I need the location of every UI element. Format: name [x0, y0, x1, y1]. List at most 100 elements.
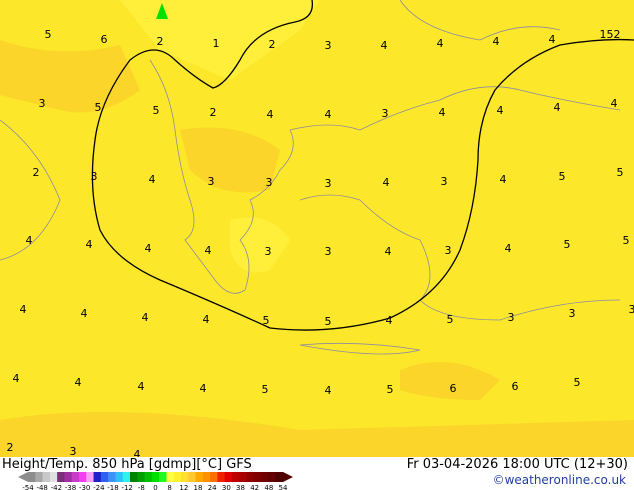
colorbar-tick-label: 38: [236, 484, 245, 490]
contour-value-label: 5: [623, 234, 630, 247]
contour-value-label: 3: [266, 176, 273, 189]
colorbar-tick-label: 18: [194, 484, 203, 490]
contour-value-label: 4: [500, 173, 507, 186]
colorbar-swatch: [173, 472, 182, 482]
colorbar-tick-label: -18: [107, 484, 118, 490]
contour-value-label: 4: [439, 106, 446, 119]
contour-value-label: 3: [325, 39, 332, 52]
colorbar-swatch: [79, 472, 87, 482]
contour-value-label: 4: [381, 39, 388, 52]
contour-value-label: 3: [569, 307, 576, 320]
contour-value-label: 3: [629, 303, 634, 316]
contour-value-label: 4: [26, 234, 33, 247]
colorbar-swatch: [108, 472, 116, 482]
colorbar-swatch: [100, 472, 109, 482]
copyright-link[interactable]: ©weatheronline.co.uk: [493, 474, 626, 487]
contour-value-label: 5: [447, 313, 454, 326]
colorbar-tick-label: -42: [51, 484, 62, 490]
contour-value-label: 2: [33, 166, 40, 179]
contour-value-label: 4: [142, 311, 149, 324]
colorbar-swatch: [71, 472, 80, 482]
colorbar-swatch: [166, 472, 175, 482]
contour-value-label: 4: [437, 37, 444, 50]
contour-value-label: 4: [325, 384, 332, 397]
contour-value-label: 2: [210, 106, 217, 119]
colorbar-swatch: [93, 472, 102, 482]
colorbar-swatch: [49, 472, 58, 482]
colorbar-tick-label: 12: [179, 484, 188, 490]
colorbar-tick-label: 8: [167, 484, 171, 490]
contour-value-label: 3: [208, 175, 215, 188]
contour-value-label: 3: [382, 107, 389, 120]
contour-value-label: 5: [387, 383, 394, 396]
contour-value-label: 5: [263, 314, 270, 327]
colorbar-tick-label: -54: [22, 484, 34, 490]
colorbar-tick-label: -24: [93, 484, 105, 490]
contour-value-label: 4: [13, 372, 20, 385]
contour-value-label: 5: [153, 104, 160, 117]
colorbar-tick-label: -38: [65, 484, 76, 490]
chart-title: Height/Temp. 850 hPa [gdmp][°C] GFS: [2, 457, 252, 472]
colorbar-swatch: [144, 472, 153, 482]
colorbar-tick-label: -48: [36, 484, 47, 490]
colorbar-swatch: [122, 472, 131, 482]
colorbar-swatch: [137, 472, 146, 482]
colorbar-swatch: [261, 472, 269, 482]
contour-value-label: 3: [325, 245, 332, 258]
contour-value-label: 3: [39, 97, 46, 110]
colorbar-swatch: [188, 472, 197, 482]
contour-value-label: 4: [611, 97, 618, 110]
colorbar-swatch: [64, 472, 73, 482]
colorbar-tick-label: 48: [264, 484, 273, 490]
contour-value-label: 5: [262, 383, 269, 396]
contour-value-label: 4: [75, 376, 82, 389]
contour-value-label: 4: [493, 35, 500, 48]
colorbar-swatch: [224, 472, 233, 482]
colorbar-swatch: [210, 472, 218, 482]
contour-value-label: 4: [267, 108, 274, 121]
colorbar-swatch: [42, 472, 51, 482]
contour-value-label: 3: [70, 445, 77, 457]
colorbar-swatch: [28, 472, 36, 482]
colorbar-swatch: [159, 472, 167, 482]
contour-value-label: 4: [134, 448, 141, 457]
colorbar-tick-label: 54: [279, 484, 288, 490]
contour-value-label: 4: [200, 382, 207, 395]
colorbar-swatch: [86, 472, 95, 482]
colorbar-swatch: [202, 472, 211, 482]
contour-value-label: 2: [269, 38, 276, 51]
contour-value-label: 4: [149, 173, 156, 186]
colorbar-min-arrow: [18, 472, 28, 482]
contour-value-label: 5: [95, 101, 102, 114]
colorbar-swatch: [232, 472, 240, 482]
contour-value-label: 2: [157, 35, 164, 48]
valid-time: Fr 03-04-2026 18:00 UTC (12+30): [406, 457, 628, 472]
colorbar-tick-label: -8: [138, 484, 145, 490]
colorbar-swatch: [246, 472, 255, 482]
contour-value-label: 5: [617, 166, 624, 179]
contour-value-label: 6: [101, 33, 108, 46]
contour-value-label: 3: [265, 245, 272, 258]
contour-value-label: 4: [505, 242, 512, 255]
contour-value-label: 4: [81, 307, 88, 320]
contour-value-label: 4: [203, 313, 210, 326]
colorbar-swatch: [181, 472, 189, 482]
colorbar-swatch: [115, 472, 124, 482]
contour-value-label: 2: [7, 441, 14, 454]
colorbar-swatch: [130, 472, 138, 482]
colorbar-tick-label: 24: [208, 484, 217, 490]
contour-value-label: 6: [450, 382, 457, 395]
contour-value-label: 4: [86, 238, 93, 251]
colorbar-swatch: [268, 472, 277, 482]
contour-value-label: 3: [441, 175, 448, 188]
contour-value-label: 4: [383, 176, 390, 189]
contour-value-label: 5: [325, 315, 332, 328]
contour-value-label: 4: [205, 244, 212, 257]
contour-value-label: 4: [385, 245, 392, 258]
contour-value-label: 3: [445, 244, 452, 257]
colorbar-swatch: [57, 472, 65, 482]
colorbar-swatch: [253, 472, 262, 482]
contour-value-label: 1: [213, 37, 220, 50]
contour-value-label: 152: [600, 28, 621, 41]
contour-value-label: 4: [554, 101, 561, 114]
